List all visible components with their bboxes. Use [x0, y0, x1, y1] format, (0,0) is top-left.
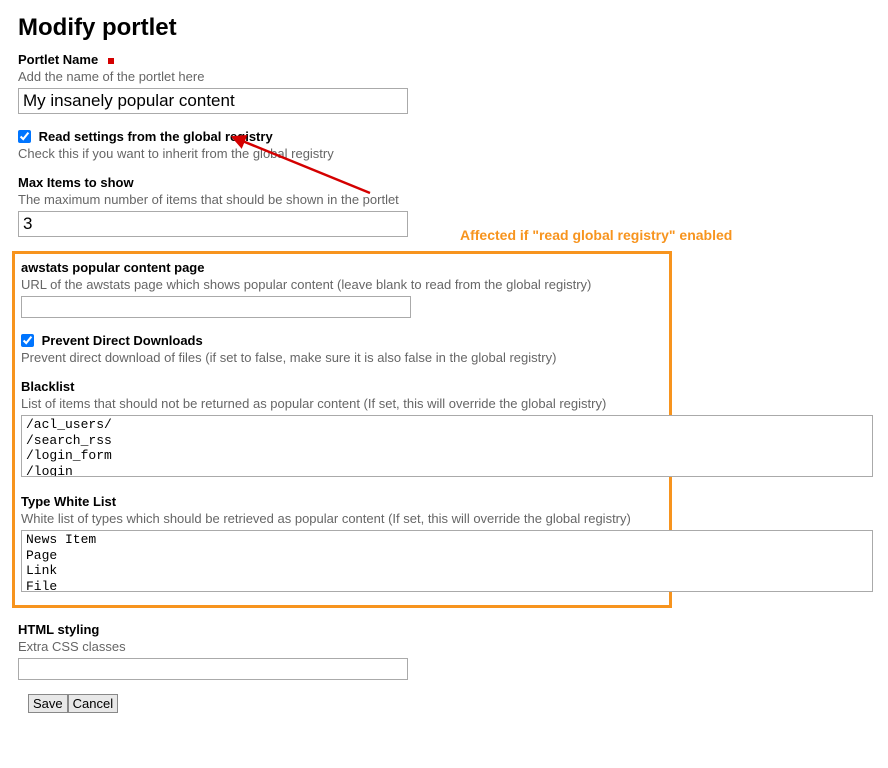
- form-actions: SaveCancel: [28, 694, 870, 713]
- whitelist-help: White list of types which should be retr…: [21, 511, 663, 526]
- field-awstats-page: awstats popular content page URL of the …: [21, 260, 663, 318]
- page-title: Modify portlet: [18, 14, 870, 42]
- field-portlet-name: Portlet Name Add the name of the portlet…: [18, 52, 870, 114]
- blacklist-help: List of items that should not be returne…: [21, 396, 663, 411]
- prevent-direct-checkbox[interactable]: [21, 334, 34, 347]
- field-prevent-direct: Prevent Direct Downloads Prevent direct …: [21, 332, 663, 365]
- max-items-label: Max Items to show: [18, 175, 134, 190]
- read-global-help: Check this if you want to inherit from t…: [18, 146, 870, 161]
- awstats-page-help: URL of the awstats page which shows popu…: [21, 277, 663, 292]
- cancel-button[interactable]: Cancel: [68, 694, 118, 713]
- prevent-direct-label: Prevent Direct Downloads: [42, 333, 203, 348]
- field-whitelist: Type White List White list of types whic…: [21, 494, 663, 595]
- max-items-help: The maximum number of items that should …: [18, 192, 870, 207]
- affected-fields-group: awstats popular content page URL of the …: [12, 251, 672, 608]
- awstats-page-label: awstats popular content page: [21, 260, 204, 275]
- blacklist-label: Blacklist: [21, 379, 74, 394]
- max-items-input[interactable]: [18, 211, 408, 237]
- whitelist-textarea[interactable]: [21, 530, 873, 592]
- field-html-styling: HTML styling Extra CSS classes: [18, 622, 870, 680]
- read-global-label: Read settings from the global registry: [39, 129, 273, 144]
- portlet-name-input[interactable]: [18, 88, 408, 114]
- field-blacklist: Blacklist List of items that should not …: [21, 379, 663, 480]
- blacklist-textarea[interactable]: [21, 415, 873, 477]
- html-styling-help: Extra CSS classes: [18, 639, 870, 654]
- required-indicator-icon: [108, 58, 114, 64]
- field-max-items: Max Items to show The maximum number of …: [18, 175, 870, 237]
- whitelist-label: Type White List: [21, 494, 116, 509]
- portlet-name-help: Add the name of the portlet here: [18, 69, 870, 84]
- html-styling-input[interactable]: [18, 658, 408, 680]
- html-styling-label: HTML styling: [18, 622, 99, 637]
- awstats-page-input[interactable]: [21, 296, 411, 318]
- read-global-checkbox[interactable]: [18, 130, 31, 143]
- annotation-caption: Affected if "read global registry" enabl…: [460, 227, 732, 243]
- prevent-direct-help: Prevent direct download of files (if set…: [21, 350, 663, 365]
- portlet-name-label: Portlet Name: [18, 52, 98, 67]
- field-read-global: Read settings from the global registry C…: [18, 128, 870, 161]
- save-button[interactable]: Save: [28, 694, 68, 713]
